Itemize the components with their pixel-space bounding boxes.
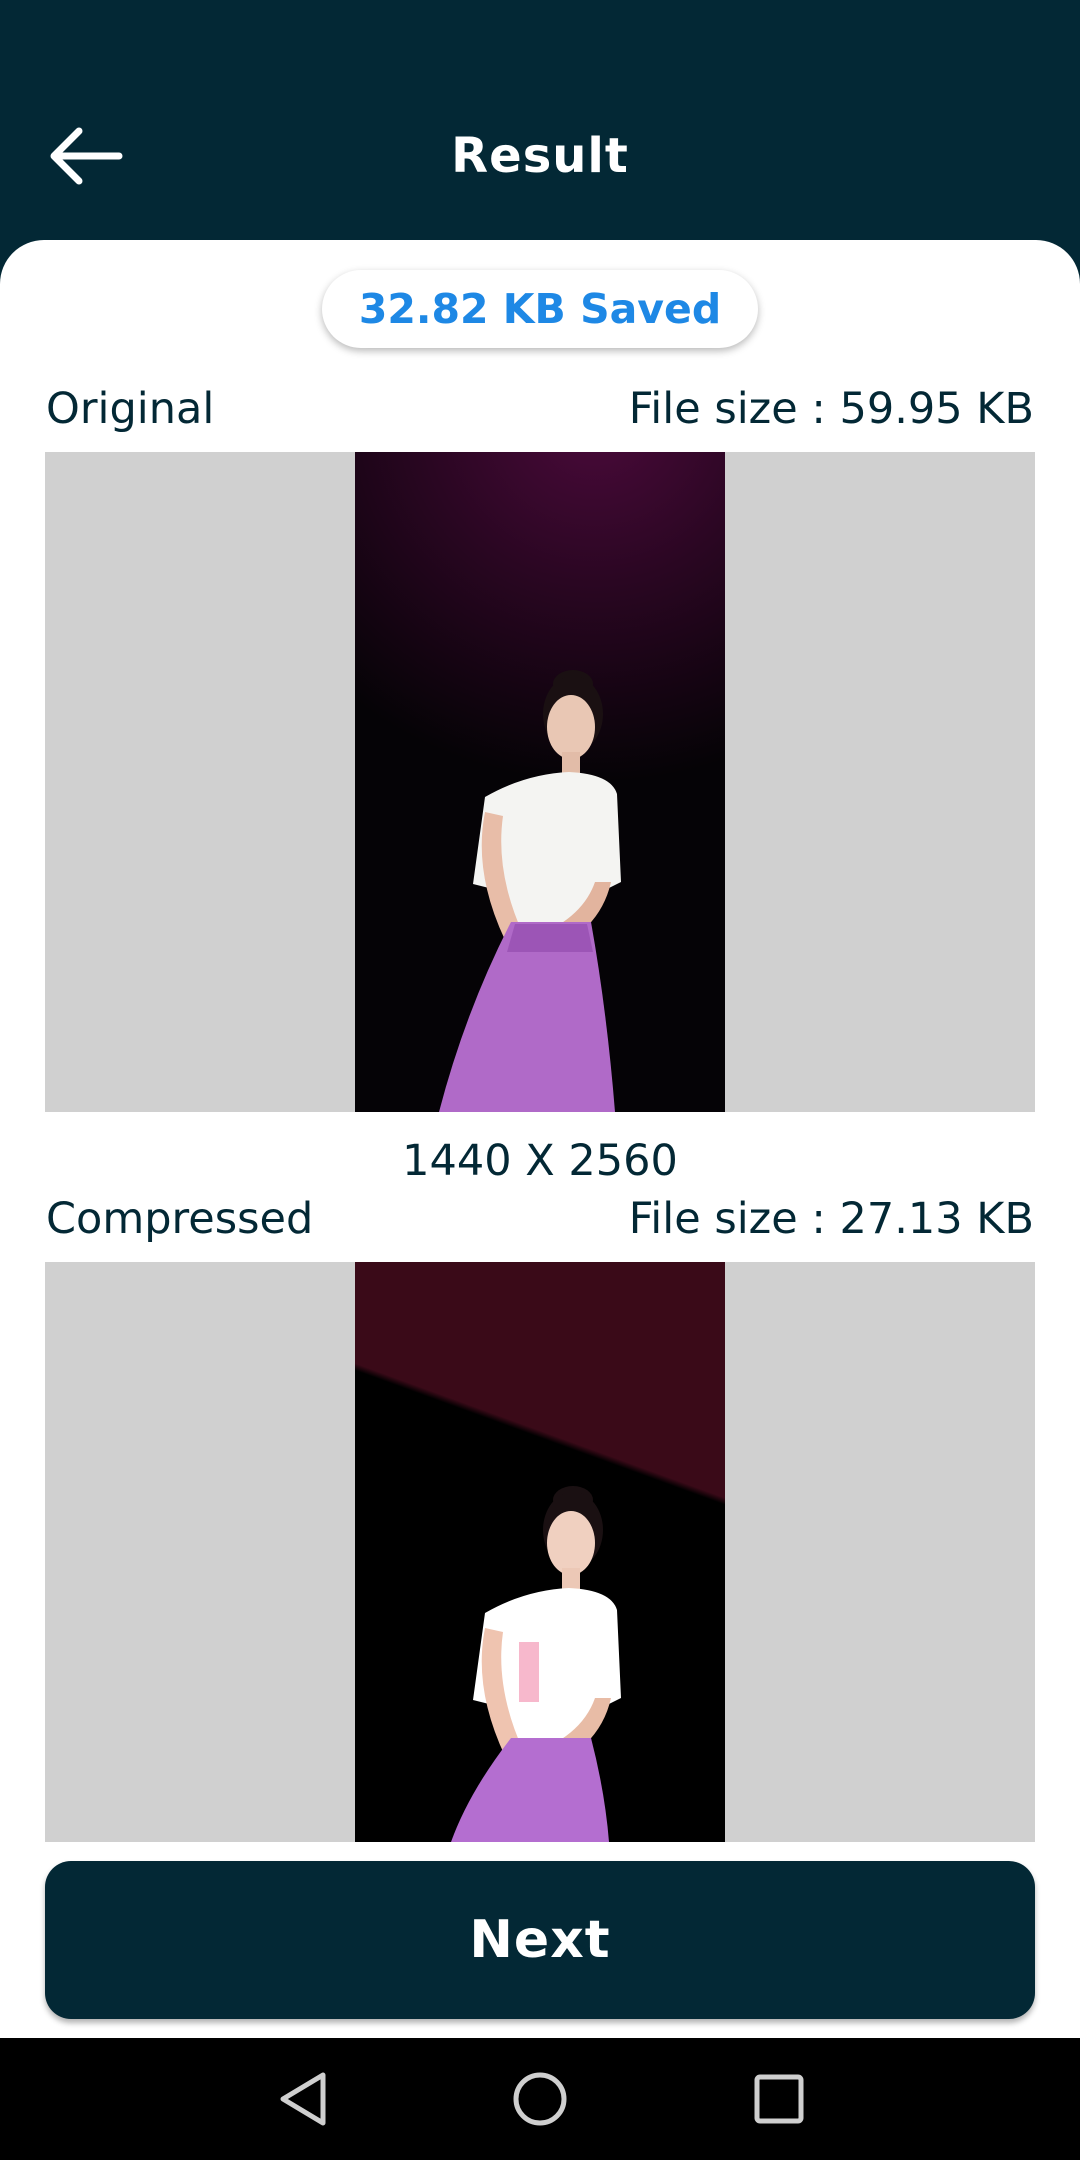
nav-home-icon (513, 2072, 567, 2126)
portrait-illustration (451, 1486, 621, 1842)
nav-home-button[interactable] (507, 2066, 573, 2132)
system-navigation-bar (0, 2038, 1080, 2160)
app-bar: Result (0, 0, 1080, 260)
compressed-file-size: File size : 27.13 KB (628, 1194, 1034, 1244)
portrait-illustration (439, 670, 621, 1112)
image-dimensions: 1440 X 2560 (402, 1136, 678, 1186)
result-screen: Result 32.82 KB Saved Original File size… (0, 0, 1080, 2160)
nav-back-icon (280, 2072, 326, 2126)
nav-recents-button[interactable] (746, 2066, 812, 2132)
page-title: Result (451, 128, 629, 184)
compressed-image-frame (45, 1262, 1035, 1842)
compressed-label: Compressed (46, 1194, 314, 1244)
nav-back-button[interactable] (270, 2066, 336, 2132)
saved-badge: 32.82 KB Saved (322, 270, 758, 348)
original-image (355, 452, 725, 1112)
original-file-size: File size : 59.95 KB (628, 384, 1034, 434)
original-label: Original (46, 384, 215, 434)
compressed-image (355, 1262, 725, 1842)
next-button[interactable]: Next (45, 1861, 1035, 2019)
nav-recents-icon (754, 2074, 804, 2124)
original-image-frame (45, 452, 1035, 1112)
